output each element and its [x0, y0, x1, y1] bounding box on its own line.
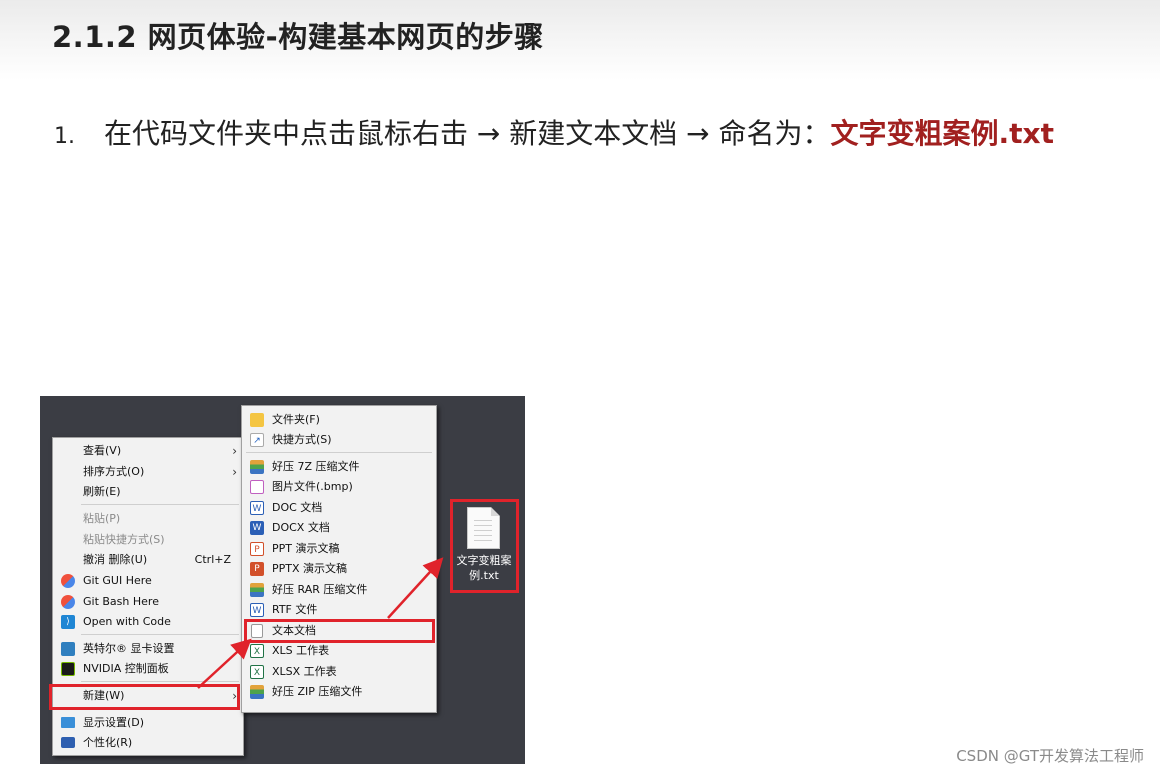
submenu-item-xlsx[interactable]: X XLSX 工作表 [242, 662, 436, 682]
archive-icon [250, 460, 264, 474]
menu-item-paste: 粘贴(P) [83, 512, 121, 525]
submenu-item-7z[interactable]: 好压 7Z 压缩文件 [242, 457, 436, 477]
submenu-item-ppt[interactable]: P PPT 演示文稿 [242, 539, 436, 559]
menu-separator [81, 634, 239, 635]
vscode-icon: ⟩ [61, 615, 75, 629]
desktop-file-highlight-box [450, 499, 519, 593]
shortcut-label: Ctrl+Z [194, 553, 231, 566]
xls-icon: X [250, 644, 264, 658]
context-menu: 查看(V) › 排序方式(O) › 刷新(E) 粘贴(P) 粘贴快捷方式(S) 撤消… [49, 437, 244, 756]
git-icon [61, 595, 75, 609]
menu-item-git-bash[interactable]: Git Bash Here [53, 592, 243, 612]
menu-item-paste-shortcut: 粘贴快捷方式(S) [83, 533, 165, 546]
menu-item-intel-graphics[interactable]: 英特尔® 显卡设置 [53, 639, 243, 659]
intel-graphics-icon [61, 642, 75, 656]
menu-item-nvidia[interactable]: NVIDIA 控制面板 [53, 659, 243, 679]
menu-item-undo-delete[interactable]: 撤消 删除(U) Ctrl+Z [53, 550, 243, 570]
menu-separator [81, 681, 239, 682]
step-text: 在代码文件夹中点击鼠标右击 → 新建文本文档 → 命名为： [104, 117, 831, 150]
menu-item-refresh[interactable]: 刷新(E) [53, 482, 243, 502]
archive-icon [250, 685, 264, 699]
rtf-icon: W [250, 603, 264, 617]
xlsx-icon: X [250, 665, 264, 679]
submenu-item-docx[interactable]: W DOCX 文档 [242, 518, 436, 538]
shortcut-icon: ↗ [250, 433, 264, 447]
folder-icon [250, 413, 264, 427]
doc-icon: W [250, 501, 264, 515]
submenu-item-bmp[interactable]: 图片文件(.bmp) [242, 477, 436, 497]
archive-icon [250, 583, 264, 597]
menu-item-personalize[interactable]: 个性化(R) [53, 733, 243, 753]
pptx-icon: P [250, 562, 264, 576]
step-number: 1. [54, 124, 75, 149]
menu-item-sort[interactable]: 排序方式(O) › [53, 462, 243, 482]
submenu-item-xls[interactable]: X XLS 工作表 [242, 641, 436, 661]
submenu-item-rar[interactable]: 好压 RAR 压缩文件 [242, 580, 436, 600]
nvidia-icon [61, 662, 75, 676]
bmp-icon [250, 480, 264, 494]
menu-item-view[interactable]: 查看(V) › [53, 441, 243, 461]
new-item-highlight-box [49, 684, 240, 710]
submenu-item-shortcut[interactable]: ↗ 快捷方式(S) [242, 430, 436, 450]
personalize-icon [61, 737, 75, 748]
submenu-item-pptx[interactable]: P PPTX 演示文稿 [242, 559, 436, 579]
chevron-right-icon: › [232, 444, 237, 458]
menu-item-open-with-code[interactable]: ⟩ Open with Code [53, 612, 243, 632]
new-submenu: 文件夹(F) ↗ 快捷方式(S) 好压 7Z 压缩文件 图片文件(.bmp) WD… [241, 405, 437, 713]
slide-title: 2.1.2 网页体验-构建基本网页的步骤 [52, 20, 544, 54]
submenu-item-doc[interactable]: W DOC 文档 [242, 498, 436, 518]
menu-item-git-gui[interactable]: Git GUI Here [53, 571, 243, 591]
menu-separator [246, 452, 432, 453]
menu-separator [81, 504, 239, 505]
chevron-right-icon: › [232, 465, 237, 479]
submenu-item-zip[interactable]: 好压 ZIP 压缩文件 [242, 682, 436, 702]
step-instruction: 1. 在代码文件夹中点击鼠标右击 → 新建文本文档 → 命名为：文字变粗案例.tx… [54, 112, 1054, 152]
display-icon [61, 717, 75, 728]
step-highlight: 文字变粗案例.txt [830, 117, 1054, 150]
text-document-highlight-box [244, 619, 435, 643]
git-icon [61, 574, 75, 588]
docx-icon: W [250, 521, 264, 535]
desktop-screenshot: 查看(V) › 排序方式(O) › 刷新(E) 粘贴(P) 粘贴快捷方式(S) 撤消… [40, 396, 525, 764]
submenu-item-folder[interactable]: 文件夹(F) [242, 410, 436, 430]
ppt-icon: P [250, 542, 264, 556]
menu-item-display-settings[interactable]: 显示设置(D) [53, 713, 243, 733]
submenu-item-rtf[interactable]: W RTF 文件 [242, 600, 436, 620]
watermark: CSDN @GT开发算法工程师 [956, 747, 1144, 765]
